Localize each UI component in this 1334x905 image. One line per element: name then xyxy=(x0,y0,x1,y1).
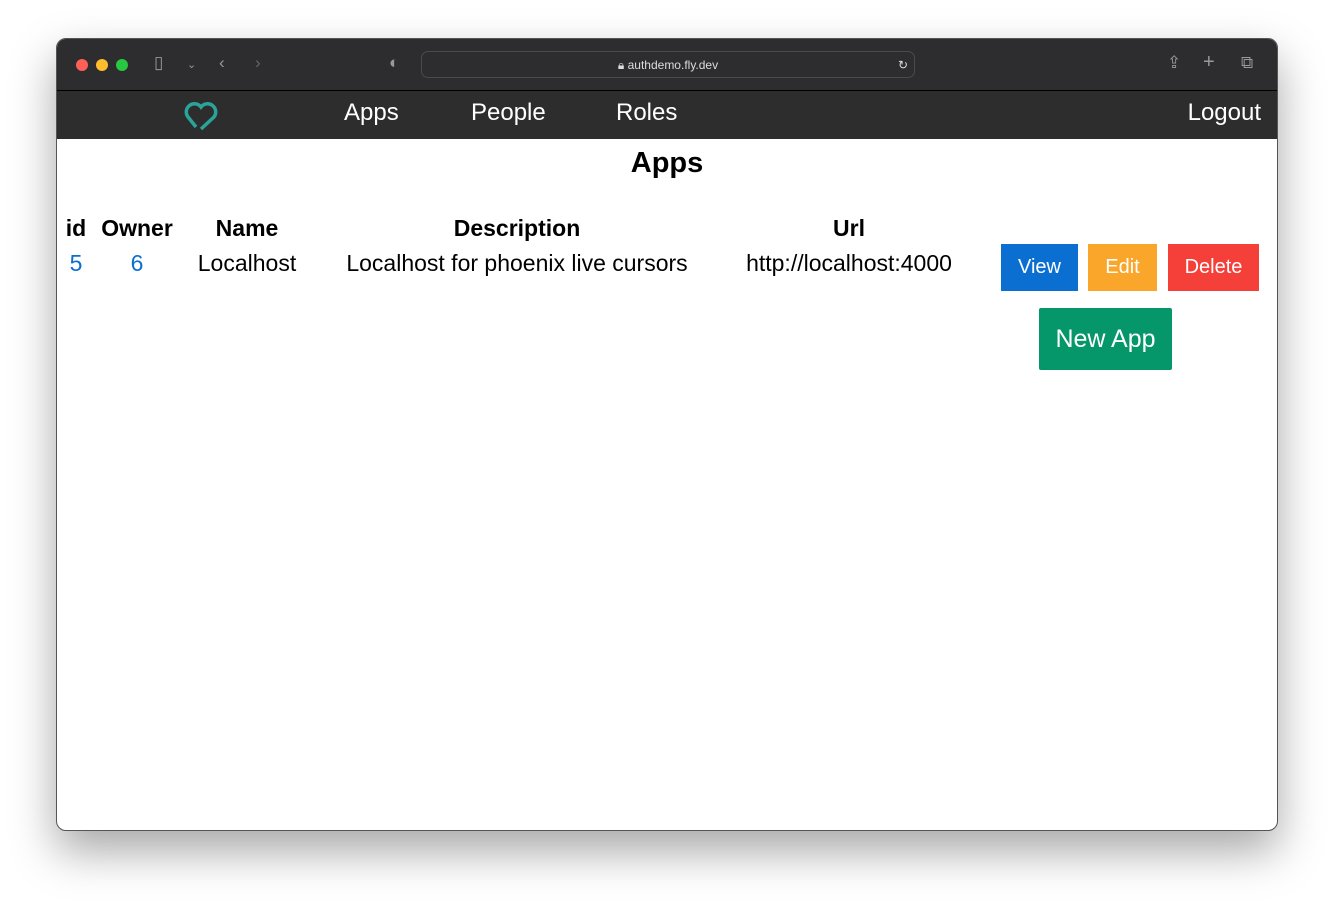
apps-table: id Owner Name Description Url 5 6 Localh… xyxy=(61,211,975,281)
delete-button[interactable]: Delete xyxy=(1168,244,1259,291)
tabs-overview-icon[interactable]: ⧉ xyxy=(1241,53,1253,73)
nav-apps[interactable]: Apps xyxy=(344,99,399,127)
page-title: Apps xyxy=(630,147,704,179)
forward-icon[interactable]: › xyxy=(255,53,261,73)
header-id: id xyxy=(65,215,87,241)
browser-toolbar: ▯ ⌄ ‹ › ◐ 🔒︎ authdemo.fly.dev ↻ ⇪ + ⧉ xyxy=(57,39,1277,91)
new-tab-icon[interactable]: + xyxy=(1203,51,1215,74)
new-app-button[interactable]: New App xyxy=(1039,308,1172,370)
header-owner: Owner xyxy=(101,215,173,241)
header-description: Description xyxy=(453,215,581,241)
nav-roles[interactable]: Roles xyxy=(616,99,677,127)
view-button[interactable]: View xyxy=(1001,244,1078,291)
browser-window: ▯ ⌄ ‹ › ◐ 🔒︎ authdemo.fly.dev ↻ ⇪ + ⧉ App… xyxy=(56,38,1278,831)
edit-button[interactable]: Edit xyxy=(1088,244,1157,291)
table-row: 5 6 Localhost Localhost for phoenix live… xyxy=(61,246,975,281)
logout-link[interactable]: Logout xyxy=(1188,99,1261,127)
app-name: Localhost xyxy=(197,250,297,276)
reload-icon[interactable]: ↻ xyxy=(898,52,908,78)
lock-icon: 🔒︎ xyxy=(617,58,625,72)
maximize-window-button[interactable] xyxy=(116,59,128,71)
owner-link[interactable]: 6 xyxy=(91,246,183,281)
header-name: Name xyxy=(215,215,279,241)
heart-logo-icon[interactable] xyxy=(184,99,218,131)
header-url: Url xyxy=(833,215,865,241)
app-description: Localhost for phoenix live cursors xyxy=(346,250,688,276)
app-url: http://localhost:4000 xyxy=(746,250,952,276)
chevron-down-icon[interactable]: ⌄ xyxy=(187,58,196,71)
share-icon[interactable]: ⇪ xyxy=(1167,53,1181,73)
close-window-button[interactable] xyxy=(76,59,88,71)
nav-people[interactable]: People xyxy=(471,99,546,127)
shield-icon[interactable]: ◐ xyxy=(389,53,399,73)
table-header: id Owner Name Description Url xyxy=(61,211,975,246)
minimize-window-button[interactable] xyxy=(96,59,108,71)
app-id-link[interactable]: 5 xyxy=(61,246,91,281)
sidebar-icon[interactable]: ▯ xyxy=(154,53,163,73)
url-text: authdemo.fly.dev xyxy=(627,58,719,72)
back-icon[interactable]: ‹ xyxy=(219,53,225,73)
address-bar[interactable]: 🔒︎ authdemo.fly.dev ↻ xyxy=(421,51,915,78)
app-navbar: Apps People Roles Logout xyxy=(57,91,1277,139)
